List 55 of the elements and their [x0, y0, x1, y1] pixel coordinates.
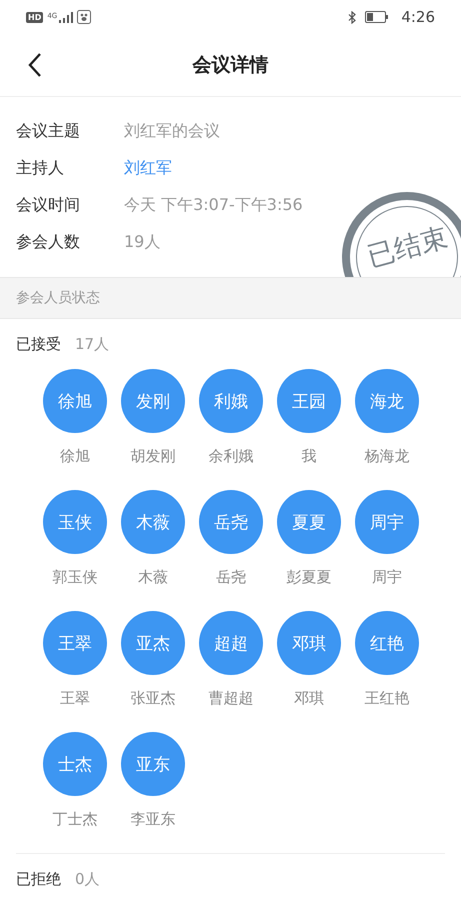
- avatar[interactable]: 徐旭: [43, 369, 107, 433]
- avatar[interactable]: 发刚: [121, 369, 185, 433]
- person-name: 徐旭: [60, 447, 90, 466]
- avatar[interactable]: 超超: [199, 611, 263, 675]
- avatar[interactable]: 木薇: [121, 490, 185, 554]
- info-label: 主持人: [16, 158, 65, 179]
- battery-icon: [365, 11, 390, 23]
- person-name: 曹超超: [208, 689, 254, 708]
- person-name: 周宇: [372, 568, 402, 587]
- signal-icon: [59, 12, 74, 22]
- status-count: 17人: [75, 334, 110, 354]
- info-label: 会议时间: [16, 195, 81, 216]
- person-name: 彭夏夏: [286, 568, 332, 587]
- section-title: 参会人员状态: [16, 289, 100, 307]
- person-name: 岳尧: [216, 568, 246, 587]
- avatar[interactable]: 利娥: [199, 369, 263, 433]
- paw-icon: [77, 10, 92, 24]
- avatar[interactable]: 亚杰: [121, 611, 185, 675]
- status-label: 已拒绝: [16, 870, 61, 888]
- avatar[interactable]: 玉侠: [43, 490, 107, 554]
- person-name: 邓琪: [294, 689, 324, 708]
- avatar[interactable]: 王翠: [43, 611, 107, 675]
- person-name: 丁士杰: [52, 810, 98, 829]
- avatar[interactable]: 亚东: [121, 732, 185, 796]
- avatar[interactable]: 岳尧: [199, 490, 263, 554]
- page-title: 会议详情: [192, 53, 268, 78]
- avatar[interactable]: 周宇: [355, 490, 419, 554]
- person-name: 王红艳: [364, 689, 410, 708]
- info-value: 刘红军的会议: [124, 121, 220, 142]
- hd-badge: HD: [26, 12, 44, 22]
- avatar[interactable]: 王园: [277, 369, 341, 433]
- person-name: 张亚杰: [130, 689, 176, 708]
- host-link[interactable]: 刘红军: [124, 158, 172, 179]
- info-label: 会议主题: [16, 121, 81, 142]
- person-name: 木薇: [138, 568, 168, 587]
- avatar[interactable]: 士杰: [43, 732, 107, 796]
- person-name: 胡发刚: [130, 447, 176, 466]
- bluetooth-icon: [348, 10, 358, 24]
- info-label: 参会人数: [16, 232, 81, 253]
- avatar[interactable]: 夏夏: [277, 490, 341, 554]
- info-value: 今天 下午3:07-下午3:56: [124, 195, 303, 216]
- person-name: 郭玉侠: [52, 568, 98, 587]
- person-name: 余利娥: [208, 447, 254, 466]
- status-time: 4:26: [401, 8, 435, 26]
- person-name: 我: [302, 447, 316, 466]
- avatar[interactable]: 邓琪: [277, 611, 341, 675]
- person-name: 王翠: [60, 689, 90, 708]
- avatar[interactable]: 海龙: [355, 369, 419, 433]
- avatar[interactable]: 红艳: [355, 611, 419, 675]
- status-count: 0人: [75, 870, 100, 888]
- back-icon[interactable]: [27, 52, 43, 78]
- person-name: 杨海龙: [364, 447, 410, 466]
- person-name: 李亚东: [130, 810, 176, 829]
- status-label: 已接受: [16, 334, 61, 354]
- info-value: 19人: [124, 232, 160, 253]
